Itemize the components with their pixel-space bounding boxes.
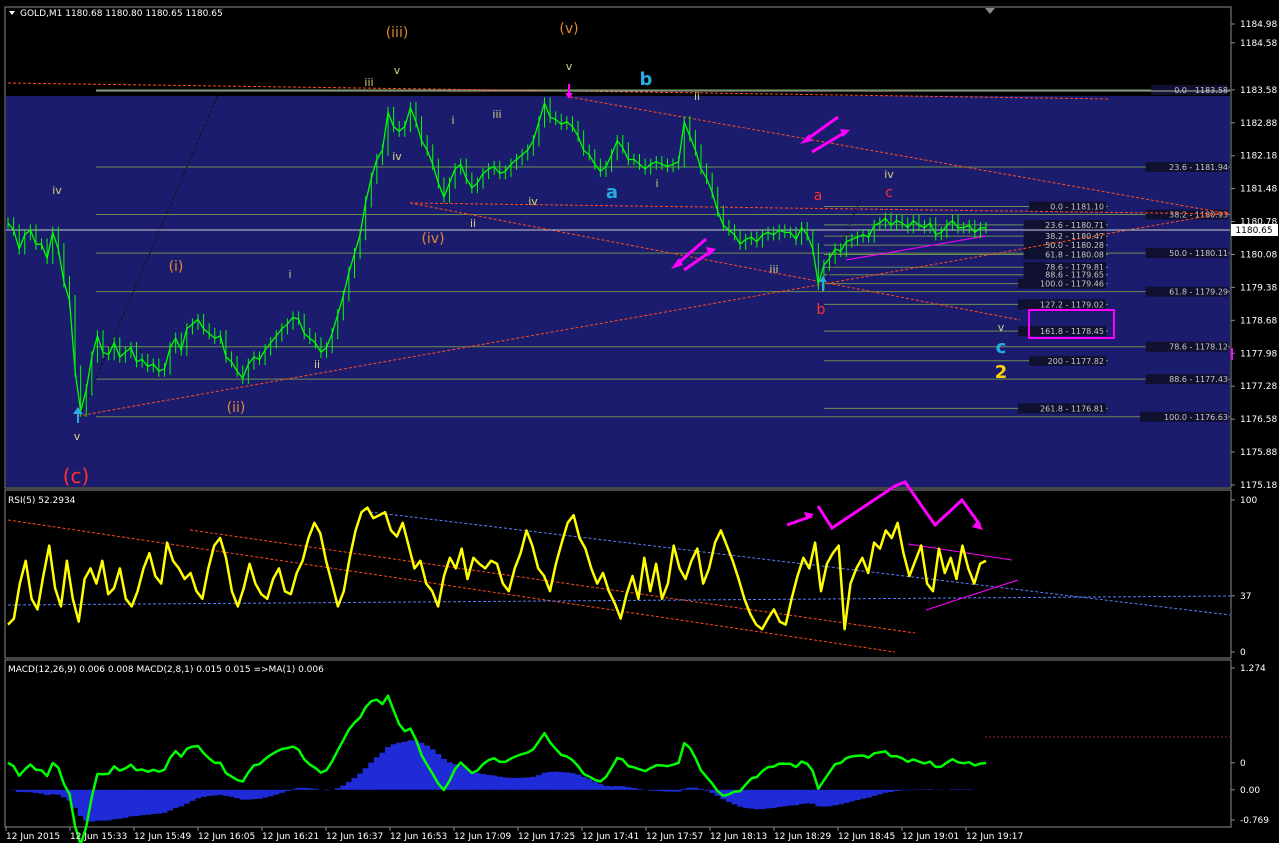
wave-label: 2 <box>995 362 1008 383</box>
fib-label: 78.6 - 1178.12 <box>1169 343 1228 352</box>
time-axis-label: 12 Jun 16:21 <box>262 832 319 842</box>
time-axis-label: 12 Jun 18:29 <box>774 832 831 842</box>
fib-extension-label: 127.2 - 1179.02 <box>1040 300 1104 309</box>
wave-label: i <box>288 268 291 281</box>
price-axis-label: 1179.38 <box>1240 283 1277 293</box>
wave-label: iv <box>52 184 62 197</box>
price-axis-label: 1181.48 <box>1240 185 1277 195</box>
time-axis-label: 12 Jun 16:05 <box>198 832 255 842</box>
macd-axis-label: 0.00 <box>1240 786 1260 796</box>
time-axis-label: 12 Jun 19:01 <box>902 832 959 842</box>
price-axis: 1184.98 1184.58 1183.58 1182.88 1182.18 1181.… <box>1231 20 1277 491</box>
wave-label: iv <box>528 195 538 208</box>
rsi-axis: 100 37 0 <box>1231 496 1257 658</box>
wave-label: v <box>998 321 1005 334</box>
macd-axis: 1.274 0 0.00 -0.769 <box>1231 664 1269 826</box>
rsi-title: RSI(5) 52.2934 <box>8 496 76 506</box>
wave-label: v <box>394 64 401 77</box>
wave-label: v <box>566 60 573 73</box>
fib-extension-label: 88.6 - 1179.65 <box>1045 271 1104 280</box>
fib-extension-label: 100.0 - 1179.46 <box>1040 280 1104 289</box>
rsi-panel: RSI(5) 52.2934 100 37 0 <box>4 480 1257 659</box>
fib-label: 100.0 - 1176.63 <box>1164 413 1228 422</box>
wave-label: (v) <box>559 21 578 37</box>
rsi-axis-label: 100 <box>1240 496 1257 506</box>
price-axis-label: 1180.78 <box>1240 218 1277 228</box>
time-axis-label: 12 Jun 17:25 <box>518 832 575 842</box>
rsi-axis-label: 0 <box>1240 648 1246 658</box>
wave-label: a <box>606 182 618 203</box>
macd-axis-label: 0 <box>1240 759 1246 769</box>
chart-header: GOLD,M1 1180.68 1180.80 1180.65 1180.65 <box>20 9 223 19</box>
price-axis-label: 1180.08 <box>1240 251 1277 261</box>
price-axis-label: 1184.58 <box>1240 39 1277 49</box>
wave-label: (i) <box>169 259 184 275</box>
wave-label: iv <box>884 168 894 181</box>
fib-label: 50.0 - 1180.11 <box>1169 249 1228 258</box>
fib-label: 23.6 - 1181.94 <box>1169 163 1228 172</box>
macd-axis-label: 1.274 <box>1240 664 1266 674</box>
wave-label: (iv) <box>421 231 444 247</box>
macd-panel: MACD(12,26,9) 0.006 0.008 MACD(2,8,1) 0.… <box>4 659 1269 843</box>
wave-label: iv <box>392 150 402 163</box>
wave-label: c <box>885 185 893 201</box>
wave-label: (iii) <box>386 25 409 41</box>
fib-extension-label: 23.6 - 1180.71 <box>1045 221 1104 230</box>
time-axis: 12 Jun 2015 12 Jun 15:33 12 Jun 15:49 12 Ju… <box>5 827 1023 842</box>
fib-extension-label: 61.8 - 1180.08 <box>1045 251 1104 260</box>
rsi-axis-label: 37 <box>1240 592 1251 602</box>
fib-label: 88.6 - 1177.43 <box>1169 375 1228 384</box>
wave-label: ii <box>470 217 476 230</box>
wave-label: (c) <box>63 464 90 488</box>
wave-label: v <box>74 430 81 443</box>
price-axis-label: 1176.58 <box>1240 415 1277 425</box>
time-axis-label: 12 Jun 19:17 <box>966 832 1023 842</box>
trading-chart: 0.0 - 1183.58 23.6 - 1181.94 38.2 - 1180.9… <box>4 6 1278 843</box>
time-axis-label: 12 Jun 15:33 <box>70 832 127 842</box>
fib-extension-label: 261.8 - 1176.81 <box>1040 404 1104 413</box>
wave-label: i <box>451 114 454 127</box>
fib-label: 38.2 - 1180.93 <box>1169 211 1228 220</box>
wave-label: c <box>996 337 1007 358</box>
price-axis-label: 1175.88 <box>1240 448 1277 458</box>
time-axis-label: 12 Jun 18:13 <box>710 832 767 842</box>
wave-label: iii <box>769 263 778 276</box>
fib-extension-label: 0.0 - 1181.10 <box>1050 203 1104 212</box>
price-axis-label: 1178.68 <box>1240 316 1277 326</box>
price-axis-label: 1184.98 <box>1240 20 1277 30</box>
wave-label: b <box>640 69 653 90</box>
scroll-marker <box>1231 348 1233 360</box>
time-axis-label: 12 Jun 18:45 <box>838 832 895 842</box>
wave-label: i <box>655 177 658 190</box>
wave-label: a <box>814 188 823 204</box>
wave-label: iii <box>364 76 373 89</box>
price-axis-label: 1177.98 <box>1240 349 1277 359</box>
wave-label: (ii) <box>227 400 246 416</box>
macd-axis-label: -0.769 <box>1240 816 1269 826</box>
fib-extension-label: 200 - 1177.82 <box>1048 357 1104 366</box>
fib-label: 61.8 - 1179.29 <box>1169 288 1228 297</box>
price-axis-label: 1183.58 <box>1240 86 1277 96</box>
time-axis-label: 12 Jun 16:37 <box>326 832 383 842</box>
time-axis-label: 12 Jun 16:53 <box>390 832 447 842</box>
time-axis-label: 12 Jun 17:41 <box>582 832 639 842</box>
wave-label: b <box>817 302 826 318</box>
wave-label: ii <box>314 358 320 371</box>
fib-label: 0.0 - 1183.58 <box>1174 86 1228 95</box>
time-axis-label: 12 Jun 17:57 <box>646 832 703 842</box>
price-axis-label: 1177.28 <box>1240 382 1277 392</box>
price-axis-label: 1182.88 <box>1240 119 1277 129</box>
macd-title: MACD(12,26,9) 0.006 0.008 MACD(2,8,1) 0.… <box>8 665 324 675</box>
price-axis-label: 1175.18 <box>1240 481 1277 491</box>
fib-extension-label: 50.0 - 1180.28 <box>1045 241 1104 250</box>
time-axis-label: 12 Jun 17:09 <box>454 832 511 842</box>
price-panel: 0.0 - 1183.58 23.6 - 1181.94 38.2 - 1180.9… <box>4 6 1278 491</box>
time-axis-label: 12 Jun 2015 <box>6 832 60 842</box>
fib-extension-label: 161.8 - 1178.45 <box>1040 327 1104 336</box>
price-axis-label: 1182.18 <box>1240 152 1277 162</box>
wave-label: iii <box>492 108 501 121</box>
wave-label: ii <box>694 90 700 103</box>
time-axis-label: 12 Jun 15:49 <box>134 832 191 842</box>
